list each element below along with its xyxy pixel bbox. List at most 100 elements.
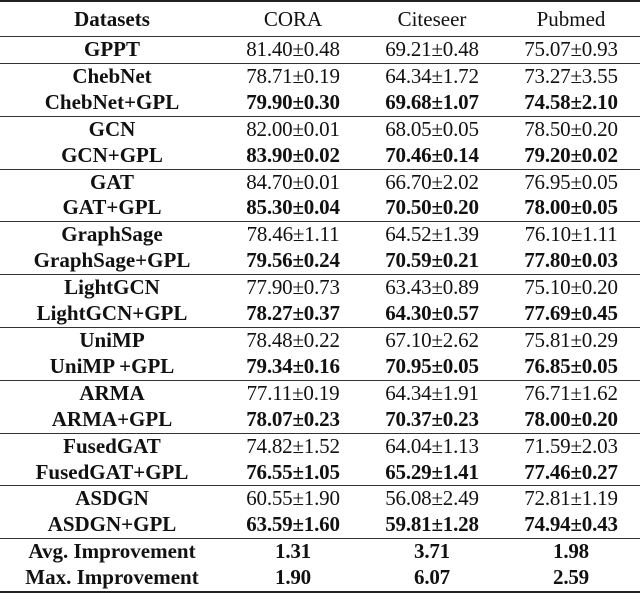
cell-cora: 78.48±0.22 bbox=[224, 326, 362, 354]
row-label: ASDGN bbox=[0, 485, 224, 513]
cell-pubmed: 79.20±0.02 bbox=[524, 142, 618, 167]
cell-pubmed: 78.00±0.05 bbox=[524, 195, 618, 220]
cell-pubmed: 76.10±1.11 bbox=[502, 221, 640, 249]
cell-cora: 78.27±0.37 bbox=[246, 301, 340, 326]
row-label: ChebNet+GPL bbox=[44, 89, 180, 114]
cell-cora: 76.55±1.05 bbox=[246, 459, 340, 484]
cell-cora: 78.07±0.23 bbox=[246, 406, 340, 431]
table-body: GPPT 81.40±0.48 69.21±0.48 75.07±0.93 ChebNe… bbox=[0, 37, 640, 594]
cell-pubmed: 77.46±0.27 bbox=[524, 459, 618, 484]
row-label: ARMA+GPL bbox=[51, 406, 173, 431]
table-row: ARMA 77.11±0.19 64.34±1.91 76.71±1.62 bbox=[0, 379, 640, 407]
cell-cora: 79.90±0.30 bbox=[246, 89, 340, 114]
cell-citeseer: 6.07 bbox=[362, 565, 502, 594]
header-datasets: Datasets bbox=[0, 1, 224, 37]
row-label: FusedGAT bbox=[0, 432, 224, 460]
row-label: UniMP +GPL bbox=[49, 353, 175, 378]
header-pubmed: Pubmed bbox=[502, 1, 640, 37]
cell-citeseer: 70.46±0.14 bbox=[385, 142, 479, 167]
row-label: ChebNet bbox=[0, 62, 224, 90]
cell-cora: 1.31 bbox=[224, 538, 362, 566]
cell-pubmed: 73.27±3.55 bbox=[502, 62, 640, 90]
table-row: LightGCN 77.90±0.73 63.43±0.89 75.10±0.20 bbox=[0, 274, 640, 302]
cell-citeseer: 70.95±0.05 bbox=[385, 353, 479, 378]
row-label: LightGCN+GPL bbox=[36, 301, 188, 326]
table-row: GPPT 81.40±0.48 69.21±0.48 75.07±0.93 bbox=[0, 37, 640, 64]
cell-citeseer: 3.71 bbox=[362, 538, 502, 566]
table-row: UniMP +GPL 79.34±0.16 70.95±0.05 76.85±0.05 bbox=[0, 354, 640, 380]
cell-pubmed: 74.94±0.43 bbox=[524, 512, 618, 537]
cell-pubmed: 75.81±0.29 bbox=[502, 326, 640, 354]
cell-pubmed: 71.59±2.03 bbox=[502, 432, 640, 460]
cell-citeseer: 59.81±1.28 bbox=[385, 512, 479, 537]
cell-citeseer: 64.30±0.57 bbox=[385, 301, 479, 326]
row-label: Avg. Improvement bbox=[0, 538, 224, 566]
table-row: GCN 82.00±0.01 68.05±0.05 78.50±0.20 bbox=[0, 115, 640, 143]
results-table: Datasets CORA Citeseer Pubmed GPPT 81.40±… bbox=[0, 0, 640, 594]
table-row: ARMA+GPL 78.07±0.23 70.37±0.23 78.00±0.20 bbox=[0, 407, 640, 433]
row-label: GraphSage bbox=[0, 221, 224, 249]
cell-cora: 82.00±0.01 bbox=[224, 115, 362, 143]
row-label: GAT+GPL bbox=[62, 195, 162, 220]
row-label: LightGCN bbox=[0, 274, 224, 302]
row-label: GAT bbox=[0, 168, 224, 196]
table-row: ChebNet+GPL 79.90±0.30 69.68±1.07 74.58±2.1… bbox=[0, 90, 640, 116]
cell-pubmed: 2.59 bbox=[502, 565, 640, 594]
cell-pubmed: 72.81±1.19 bbox=[502, 485, 640, 513]
cell-citeseer: 69.68±1.07 bbox=[385, 89, 479, 114]
table-row: GraphSage+GPL 79.56±0.24 70.59±0.21 77.80±0… bbox=[0, 248, 640, 274]
table-row: ChebNet 78.71±0.19 64.34±1.72 73.27±3.55 bbox=[0, 62, 640, 90]
cell-citeseer: 63.43±0.89 bbox=[362, 274, 502, 302]
cell-cora: 1.90 bbox=[224, 565, 362, 594]
table-row: Avg. Improvement 1.31 3.71 1.98 bbox=[0, 538, 640, 566]
cell-pubmed: 78.00±0.20 bbox=[524, 406, 618, 431]
row-label: GPPT bbox=[84, 37, 140, 61]
cell-citeseer: 70.59±0.21 bbox=[385, 248, 479, 273]
row-label: ASDGN+GPL bbox=[47, 512, 177, 537]
table-row: FusedGAT+GPL 76.55±1.05 65.29±1.41 77.46±0.… bbox=[0, 460, 640, 486]
cell-pubmed: 77.69±0.45 bbox=[524, 301, 618, 326]
row-label: Max. Improvement bbox=[0, 565, 224, 594]
row-label: GCN+GPL bbox=[61, 142, 163, 167]
row-label: ARMA bbox=[0, 379, 224, 407]
cell-citeseer: 69.21±0.48 bbox=[385, 37, 479, 61]
cell-pubmed: 74.58±2.10 bbox=[524, 89, 618, 114]
cell-pubmed: 76.95±0.05 bbox=[502, 168, 640, 196]
table-row: ASDGN+GPL 63.59±1.60 59.81±1.28 74.94±0.43 bbox=[0, 512, 640, 538]
cell-cora: 77.11±0.19 bbox=[224, 379, 362, 407]
table-row: GAT 84.70±0.01 66.70±2.02 76.95±0.05 bbox=[0, 168, 640, 196]
cell-cora: 60.55±1.90 bbox=[224, 485, 362, 513]
results-table-container: Datasets CORA Citeseer Pubmed GPPT 81.40±… bbox=[0, 0, 640, 594]
table-row: FusedGAT 74.82±1.52 64.04±1.13 71.59±2.03 bbox=[0, 432, 640, 460]
cell-citeseer: 65.29±1.41 bbox=[385, 459, 479, 484]
cell-citeseer: 56.08±2.49 bbox=[362, 485, 502, 513]
table-row: LightGCN+GPL 78.27±0.37 64.30±0.57 77.69±0.… bbox=[0, 301, 640, 327]
cell-citeseer: 66.70±2.02 bbox=[362, 168, 502, 196]
table-header-row: Datasets CORA Citeseer Pubmed bbox=[0, 1, 640, 37]
cell-cora: 78.71±0.19 bbox=[224, 62, 362, 90]
cell-cora: 81.40±0.48 bbox=[246, 37, 340, 61]
table-row: Max. Improvement 1.90 6.07 2.59 bbox=[0, 565, 640, 594]
row-label: UniMP bbox=[0, 326, 224, 354]
table-row: GAT+GPL 85.30±0.04 70.50±0.20 78.00±0.05 bbox=[0, 195, 640, 221]
table-row: GraphSage 78.46±1.11 64.52±1.39 76.10±1.11 bbox=[0, 221, 640, 249]
row-label: FusedGAT+GPL bbox=[35, 459, 189, 484]
cell-cora: 84.70±0.01 bbox=[224, 168, 362, 196]
cell-cora: 74.82±1.52 bbox=[224, 432, 362, 460]
cell-cora: 83.90±0.02 bbox=[246, 142, 340, 167]
cell-pubmed: 75.07±0.93 bbox=[524, 37, 618, 61]
cell-cora: 85.30±0.04 bbox=[246, 195, 340, 220]
cell-cora: 79.34±0.16 bbox=[246, 353, 340, 378]
row-label: GCN bbox=[0, 115, 224, 143]
cell-citeseer: 70.50±0.20 bbox=[385, 195, 479, 220]
cell-citeseer: 64.04±1.13 bbox=[362, 432, 502, 460]
table-row: ASDGN 60.55±1.90 56.08±2.49 72.81±1.19 bbox=[0, 485, 640, 513]
cell-pubmed: 1.98 bbox=[502, 538, 640, 566]
header-cora: CORA bbox=[224, 1, 362, 37]
table-row: UniMP 78.48±0.22 67.10±2.62 75.81±0.29 bbox=[0, 326, 640, 354]
row-label: GraphSage+GPL bbox=[33, 248, 191, 273]
cell-cora: 79.56±0.24 bbox=[246, 248, 340, 273]
table-row: GCN+GPL 83.90±0.02 70.46±0.14 79.20±0.02 bbox=[0, 143, 640, 169]
cell-pubmed: 75.10±0.20 bbox=[502, 274, 640, 302]
header-citeseer: Citeseer bbox=[362, 1, 502, 37]
